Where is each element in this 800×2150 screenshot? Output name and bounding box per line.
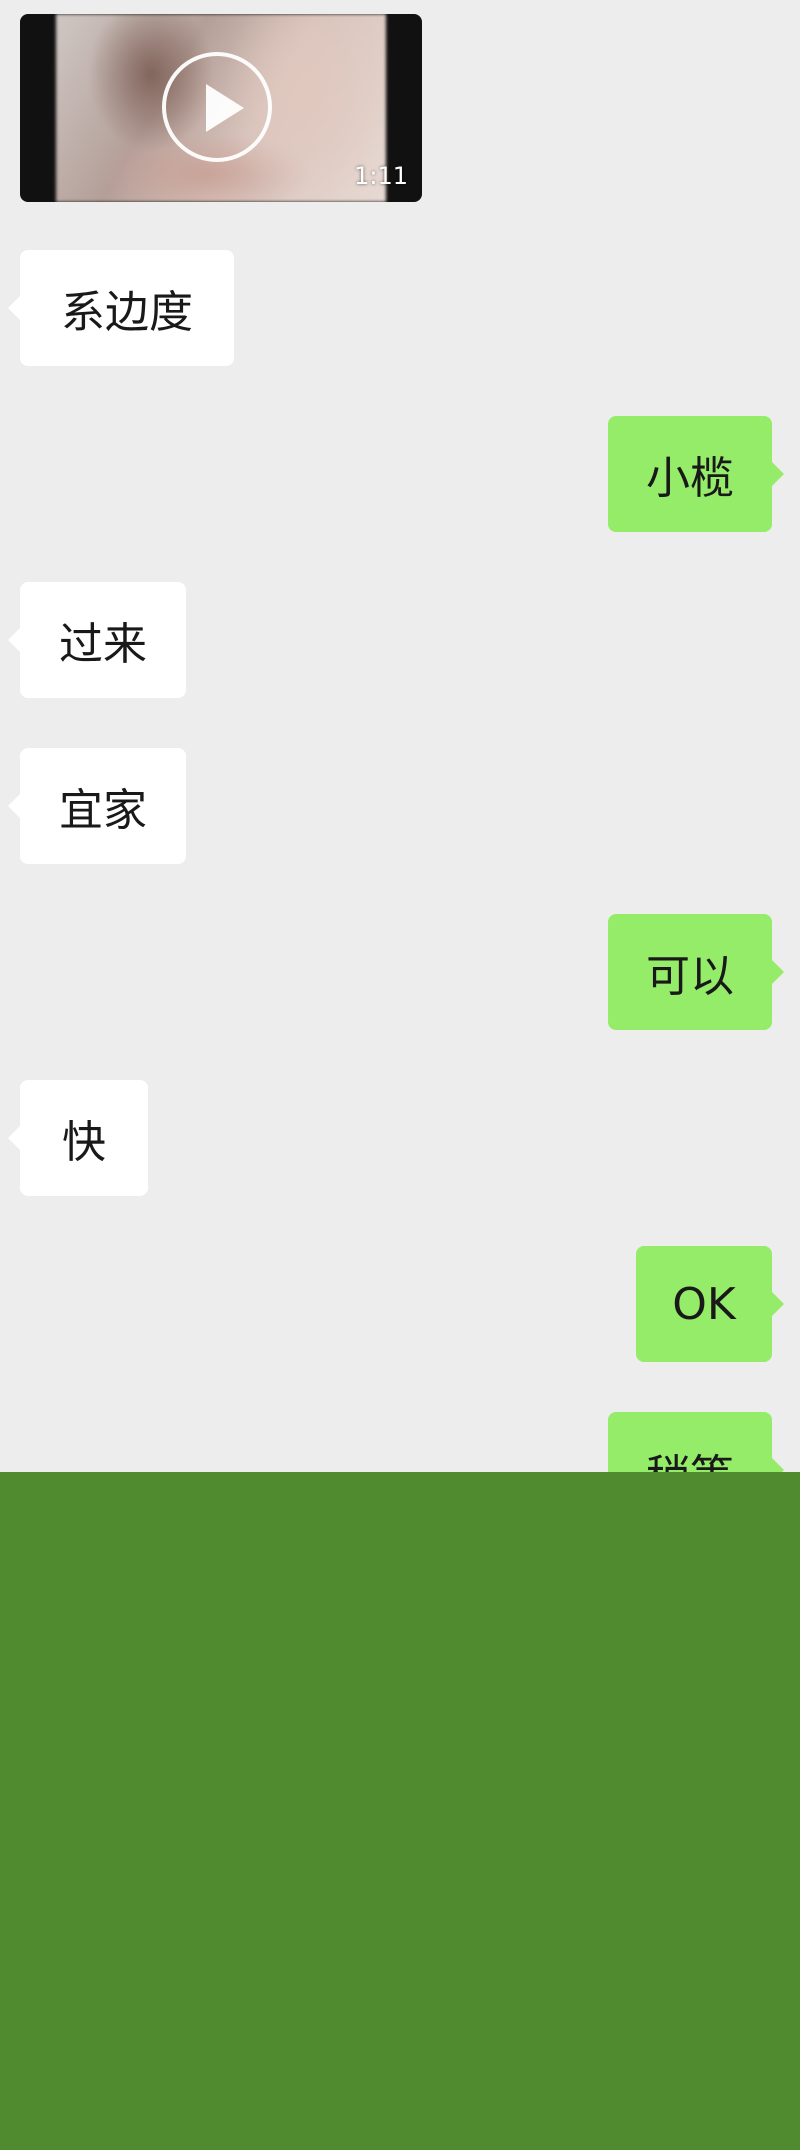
play-icon[interactable]	[162, 52, 272, 162]
message-text: 稍等	[646, 1440, 734, 1472]
incoming-message-bubble[interactable]: 快	[8, 1080, 148, 1196]
chat-message-list: 1:11 系边度 小榄 过来 宜家 可以 快 OK 稍等	[0, 0, 800, 1472]
outgoing-message-bubble[interactable]: 稍等	[608, 1412, 784, 1472]
green-cover-block	[0, 1472, 800, 2150]
incoming-message-bubble[interactable]: 宜家	[8, 748, 186, 864]
message-text: 快	[62, 1117, 106, 1168]
message-text: OK	[672, 1278, 736, 1330]
message-text: 过来	[59, 619, 147, 670]
video-duration: 1:11	[354, 162, 408, 190]
outgoing-message-bubble[interactable]: 小榄	[608, 416, 784, 532]
video-message[interactable]: 1:11	[20, 14, 422, 202]
incoming-message-bubble[interactable]: 系边度	[8, 250, 234, 366]
message-text: 宜家	[59, 785, 147, 836]
message-text: 可以	[646, 951, 734, 1002]
outgoing-message-bubble[interactable]: OK	[636, 1246, 784, 1362]
outgoing-message-bubble[interactable]: 可以	[608, 914, 784, 1030]
message-text: 小榄	[646, 453, 734, 504]
message-text: 系边度	[61, 287, 193, 338]
incoming-message-bubble[interactable]: 过来	[8, 582, 186, 698]
